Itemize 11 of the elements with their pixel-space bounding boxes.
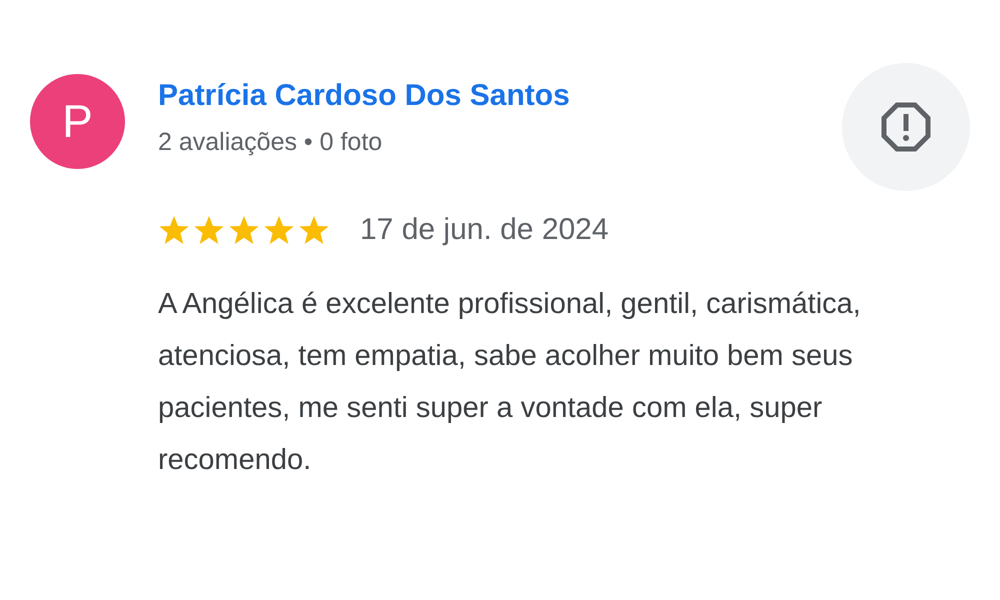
star-icon xyxy=(193,214,225,246)
star-icon xyxy=(263,214,295,246)
avatar: P xyxy=(30,74,125,169)
star-icon xyxy=(298,214,330,246)
star-icon xyxy=(158,214,190,246)
review-date: 17 de jun. de 2024 xyxy=(360,212,609,248)
review-text: A Angélica é excelente profissional, gentil, carismática, atenciosa, tem empatia, sabe acolher muito bem seus pacientes, me senti super a vontade com ela, super recomendo. xyxy=(158,287,862,478)
warning-icon xyxy=(881,102,931,152)
author-name[interactable]: Patrícia Cardoso Dos Santos xyxy=(158,78,842,114)
review-count: 2 avaliações • 0 foto xyxy=(158,127,384,158)
star-icon xyxy=(228,214,260,246)
